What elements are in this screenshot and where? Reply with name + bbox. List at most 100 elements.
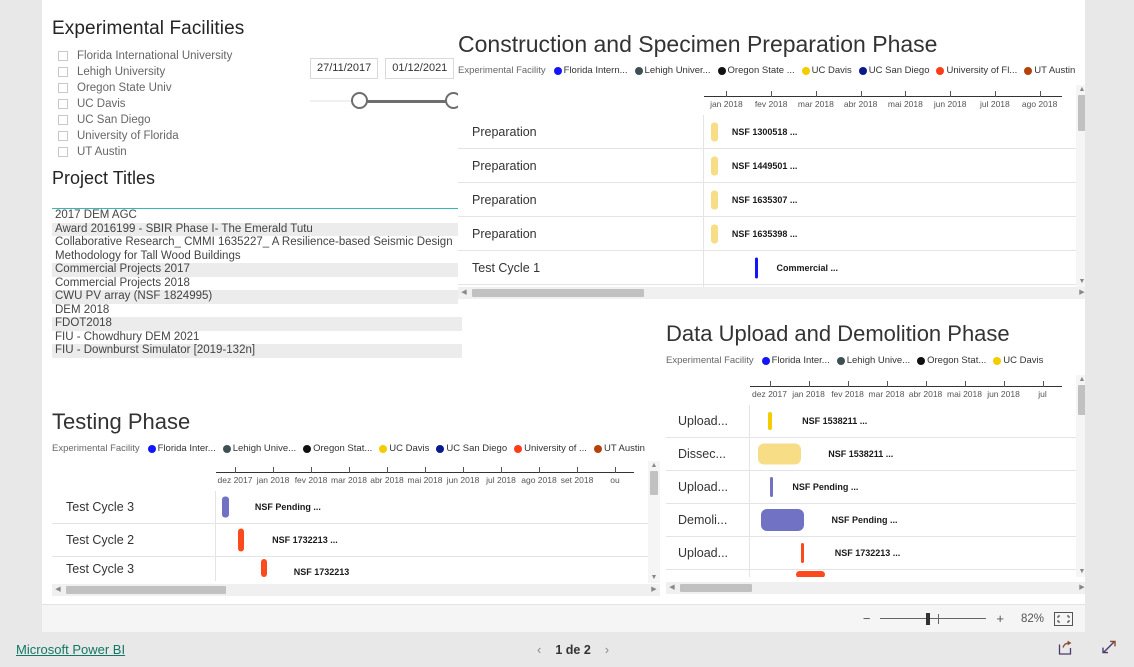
gantt-bar[interactable] [711, 122, 718, 141]
scroll-left-icon[interactable]: ◀ [458, 287, 470, 299]
scroll-rail[interactable] [678, 582, 1076, 594]
legend-item-florida-international[interactable]: Florida Intern... [553, 65, 628, 76]
table-row[interactable]: Test Cycle 3 NSF Pending ... [52, 491, 648, 524]
gantt-bar[interactable] [800, 543, 805, 563]
upload-horizontal-scrollbar[interactable]: ◀ ▶ [666, 582, 1085, 594]
table-row[interactable]: Preparation NSF 1635398 ... [458, 217, 1076, 251]
chevron-right-icon[interactable]: › [605, 642, 609, 657]
table-row[interactable]: Preparation NSF 1635307 ... [458, 183, 1076, 217]
legend-item-uc-san-diego[interactable]: UC San Diego [436, 443, 507, 454]
date-range-slider[interactable] [310, 88, 470, 116]
table-row-partial[interactable] [666, 570, 1076, 577]
zoom-out-button[interactable]: − [863, 612, 871, 625]
legend-item-oregon-state[interactable]: Oregon State ... [717, 65, 795, 76]
table-row[interactable]: Upload... NSF 1732213 ... [666, 537, 1076, 570]
scroll-rail[interactable] [64, 584, 648, 596]
legend-item-lehigh[interactable]: Lehigh Univer... [634, 65, 711, 76]
gantt-bar[interactable] [237, 528, 244, 552]
scroll-right-icon[interactable]: ▶ [648, 584, 660, 596]
gantt-bar[interactable] [758, 443, 801, 465]
fullscreen-icon[interactable] [1100, 638, 1118, 661]
list-item[interactable]: FIU - Chowdhury DEM 2021 [52, 331, 462, 345]
legend-item-university-of-florida[interactable]: University of ... [514, 443, 587, 454]
scrollbar-thumb[interactable] [650, 471, 658, 495]
scroll-rail[interactable] [1076, 95, 1085, 277]
scroll-rail[interactable] [648, 471, 660, 573]
scroll-rail[interactable] [1076, 385, 1085, 567]
list-item[interactable]: FDOT2018 [52, 317, 462, 331]
upload-vertical-scrollbar[interactable]: ▲ ▼ [1076, 375, 1085, 577]
scrollbar-thumb[interactable] [680, 584, 752, 592]
scrollbar-thumb[interactable] [472, 289, 644, 297]
scrollbar-thumb[interactable] [1078, 95, 1085, 131]
project-titles-list[interactable]: 2017 DEM AGC Award 2016199 - SBIR Phase … [52, 209, 462, 358]
scroll-down-icon[interactable]: ▼ [1079, 277, 1085, 287]
list-item[interactable]: Award 2016199 - SBIR Phase I- The Emeral… [52, 222, 462, 236]
list-item[interactable]: DEM 2018 [52, 304, 462, 318]
scroll-down-icon[interactable]: ▼ [1079, 567, 1085, 577]
legend-item-ut-austin[interactable]: UT Austin [1024, 65, 1075, 76]
gantt-bar[interactable] [711, 190, 718, 209]
gantt-bar[interactable] [755, 257, 758, 278]
legend-item-florida-international[interactable]: Florida Inter... [147, 443, 216, 454]
construction-horizontal-scrollbar[interactable]: ◀ ▶ [458, 287, 1085, 299]
scroll-rail[interactable] [470, 287, 1076, 299]
fit-to-page-icon[interactable] [1054, 611, 1073, 626]
gantt-bar[interactable] [711, 156, 718, 175]
scroll-right-icon[interactable]: ▶ [1076, 287, 1085, 299]
checkbox-icon[interactable] [58, 115, 68, 125]
construction-gantt-rows[interactable]: Preparation NSF 1300518 ... Preparation … [458, 115, 1076, 287]
gantt-bar[interactable] [711, 224, 718, 243]
legend-item-ut-austin[interactable]: UT Austin [593, 443, 645, 454]
checkbox-icon[interactable] [58, 147, 68, 157]
testing-horizontal-scrollbar[interactable]: ◀ ▶ [52, 584, 660, 596]
scroll-left-icon[interactable]: ◀ [666, 582, 678, 594]
scroll-up-icon[interactable]: ▲ [1079, 85, 1085, 95]
legend-item-uc-davis[interactable]: UC Davis [801, 65, 852, 76]
upload-gantt-rows[interactable]: Upload... NSF 1538211 ... Dissec... NSF … [666, 405, 1076, 577]
gantt-bar[interactable] [761, 509, 804, 531]
list-item[interactable]: Collaborative Research_ CMMI 1635227_ A … [52, 236, 462, 263]
chevron-left-icon[interactable]: ‹ [537, 642, 541, 657]
legend-item-oregon-state[interactable]: Oregon Stat... [303, 443, 372, 454]
checkbox-icon[interactable] [58, 99, 68, 109]
scroll-down-icon[interactable]: ▼ [651, 573, 658, 583]
legend-item-lehigh[interactable]: Lehigh Unive... [836, 355, 910, 366]
construction-vertical-scrollbar[interactable]: ▲ ▼ [1076, 85, 1085, 287]
legend-item-uc-davis[interactable]: UC Davis [993, 355, 1043, 366]
table-row[interactable]: Demoli... NSF Pending ... [666, 504, 1076, 537]
checkbox-icon[interactable] [58, 67, 68, 77]
gantt-bar[interactable] [222, 496, 229, 518]
table-row[interactable]: Test Cycle 1 Commercial ... [458, 251, 1076, 285]
gantt-bar[interactable] [767, 412, 772, 430]
table-row[interactable]: Upload... NSF Pending ... [666, 471, 1076, 504]
legend-item-oregon-state[interactable]: Oregon Stat... [917, 355, 986, 366]
checkbox-icon[interactable] [58, 51, 68, 61]
table-row[interactable]: Upload... NSF 1538211 ... [666, 405, 1076, 438]
scroll-right-icon[interactable]: ▶ [1076, 582, 1085, 594]
checkbox-icon[interactable] [58, 131, 68, 141]
zoom-slider[interactable] [880, 612, 987, 626]
scrollbar-thumb[interactable] [1078, 385, 1085, 415]
scroll-left-icon[interactable]: ◀ [52, 584, 64, 596]
facility-item-university-of-florida[interactable]: University of Florida [52, 128, 472, 144]
table-row[interactable]: Dissec... NSF 1538211 ... [666, 438, 1076, 471]
scrollbar-thumb[interactable] [66, 586, 226, 594]
start-date-input[interactable]: 27/11/2017 [310, 58, 379, 79]
list-item[interactable]: Commercial Projects 2018 [52, 277, 462, 291]
legend-item-uc-san-diego[interactable]: UC San Diego [858, 65, 929, 76]
end-date-input[interactable]: 01/12/2021 [385, 58, 455, 79]
zoom-slider-thumb[interactable] [926, 612, 931, 625]
table-row-partial[interactable]: Test Cycle 3 NSF 1732213 [52, 557, 648, 581]
gantt-bar[interactable] [795, 571, 825, 577]
list-item[interactable]: FIU - Downburst Simulator [2019-132n] [52, 344, 462, 358]
slider-handle-start[interactable] [351, 92, 368, 109]
legend-item-florida-international[interactable]: Florida Inter... [761, 355, 830, 366]
list-item[interactable]: 2017 DEM AGC [52, 209, 462, 223]
microsoft-power-bi-link[interactable]: Microsoft Power BI [16, 642, 125, 657]
scroll-up-icon[interactable]: ▲ [1079, 375, 1085, 385]
testing-gantt-rows[interactable]: Test Cycle 3 NSF Pending ... Test Cycle … [52, 491, 648, 581]
gantt-bar[interactable] [261, 559, 268, 577]
scroll-up-icon[interactable]: ▲ [651, 461, 658, 471]
list-item[interactable]: CWU PV array (NSF 1824995) [52, 290, 462, 304]
